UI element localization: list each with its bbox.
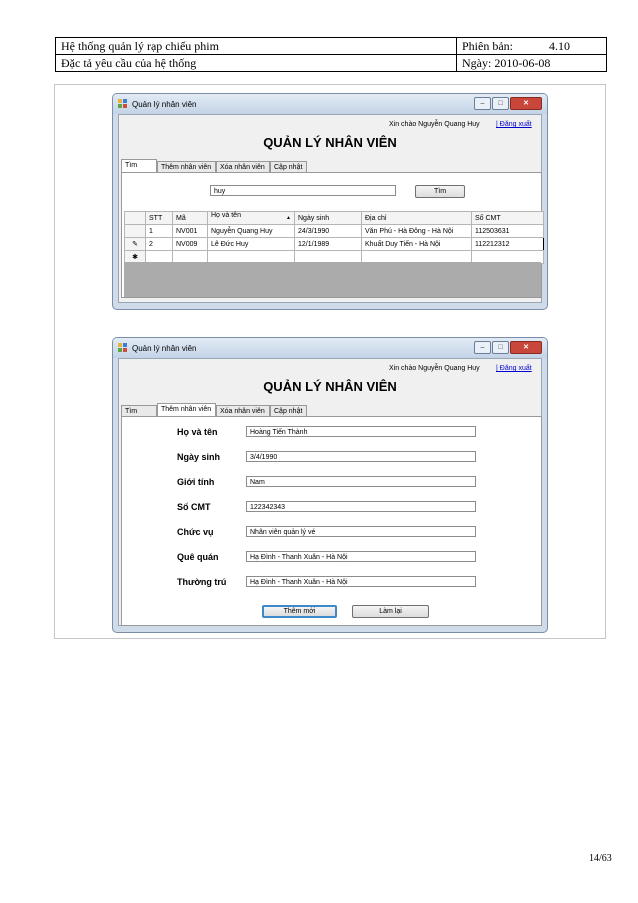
cell-code[interactable]: NV009: [172, 237, 208, 251]
figure-frame: Quản lý nhân viên – □ ✕ Xin chào Nguyễn Qu…: [54, 84, 606, 639]
logout-link[interactable]: | Đăng xuất: [496, 365, 532, 372]
window-controls: – □ ✕: [473, 341, 542, 354]
app-icon: [118, 99, 127, 108]
table-row[interactable]: 1 NV001 Nguyễn Quang Huy 24/3/1990 Văn P…: [124, 224, 544, 238]
add-employee-panel: Họ và tên Hoàng Tiến Thành Ngày sinh 3/4…: [121, 416, 542, 626]
version-cell: Phiên bản: 4.10: [456, 37, 607, 55]
cell-address[interactable]: Văn Phú - Hà Đông - Hà Nội: [361, 224, 472, 238]
page-heading: QUẢN LÝ NHÂN VIÊN: [263, 135, 397, 150]
minimize-button[interactable]: –: [474, 341, 491, 354]
label-id-number: Số CMT: [177, 502, 211, 512]
minimize-button[interactable]: –: [474, 97, 491, 110]
grid-empty-area: [124, 262, 541, 297]
column-header-code[interactable]: Mã: [172, 211, 208, 225]
position-field[interactable]: Nhân viên quản lý vé: [246, 526, 476, 537]
window-title: Quản lý nhân viên: [132, 100, 197, 109]
date-cell: Ngày: 2010-06-08: [456, 54, 607, 72]
dob-field[interactable]: 3/4/1990: [246, 451, 476, 462]
sort-arrow-icon: ▲: [286, 215, 291, 221]
cell-stt[interactable]: 1: [145, 224, 173, 238]
greeting-text: Xin chào Nguyễn Quang Huy: [389, 365, 480, 372]
client-area: Xin chào Nguyễn Quang Huy | Đăng xuất QU…: [118, 358, 542, 626]
date-value: 2010-06-08: [494, 56, 551, 70]
label-full-name: Họ và tên: [177, 427, 218, 437]
id-number-field[interactable]: 122342343: [246, 501, 476, 512]
add-employee-window: Quản lý nhân viên – □ ✕ Xin chào Nguyễn Qu…: [112, 337, 548, 633]
label-hometown: Quê quán: [177, 552, 219, 562]
column-header-name-label: Họ và tên: [211, 212, 241, 219]
search-panel: huy Tìm STT Mã Họ và tên ▲ Ngày sinh Địa …: [121, 172, 544, 298]
maximize-button[interactable]: □: [492, 97, 509, 110]
logout-link[interactable]: | Đăng xuất: [496, 121, 532, 128]
cell-dob[interactable]: 12/1/1989: [294, 237, 362, 251]
window-title: Quản lý nhân viên: [132, 344, 197, 353]
title-bar: Quản lý nhân viên – □ ✕: [113, 338, 547, 358]
gender-field[interactable]: Nam: [246, 476, 476, 487]
grid-header-row: STT Mã Họ và tên ▲ Ngày sinh Địa chỉ Số C…: [124, 211, 544, 225]
reset-button[interactable]: Làm lại: [352, 605, 429, 618]
row-header-corner: [124, 211, 146, 225]
cell-stt[interactable]: 2: [145, 237, 173, 251]
column-header-stt[interactable]: STT: [145, 211, 173, 225]
greeting-text: Xin chào Nguyễn Quang Huy: [389, 121, 480, 128]
tab-add-employee[interactable]: Thêm nhân viên: [157, 403, 216, 417]
client-area: Xin chào Nguyễn Quang Huy | Đăng xuất QU…: [118, 114, 544, 303]
cell-id-number[interactable]: 112212312: [471, 237, 544, 251]
search-button[interactable]: Tìm: [415, 185, 465, 198]
system-name: Hệ thống quản lý rạp chiếu phim: [55, 37, 457, 55]
app-icon: [118, 343, 127, 352]
maximize-button[interactable]: □: [492, 341, 509, 354]
column-header-address[interactable]: Địa chỉ: [361, 211, 472, 225]
hometown-field[interactable]: Hạ Đình - Thanh Xuân - Hà Nội: [246, 551, 476, 562]
results-grid: STT Mã Họ và tên ▲ Ngày sinh Địa chỉ Số C…: [124, 211, 544, 264]
cell-name[interactable]: Lê Đức Huy: [207, 237, 295, 251]
residence-field[interactable]: Hạ Đình - Thanh Xuân - Hà Nội: [246, 576, 476, 587]
version-label: Phiên bản:: [462, 39, 513, 53]
doc-title: Đặc tả yêu cầu của hệ thống: [55, 54, 457, 72]
search-input[interactable]: huy: [210, 185, 396, 196]
cell-name[interactable]: Nguyễn Quang Huy: [207, 224, 295, 238]
column-header-id-number[interactable]: Số CMT: [471, 211, 544, 225]
full-name-field[interactable]: Hoàng Tiến Thành: [246, 426, 476, 437]
edit-row-marker: ✎: [124, 237, 146, 251]
label-position: Chức vụ: [177, 527, 214, 537]
close-button[interactable]: ✕: [510, 341, 542, 354]
add-new-button[interactable]: Thêm mới: [262, 605, 337, 618]
cell-code[interactable]: NV001: [172, 224, 208, 238]
tab-search[interactable]: Tìm kiếm: [121, 159, 157, 181]
label-residence: Thường trú: [177, 577, 227, 587]
table-row[interactable]: ✎ 2 NV009 Lê Đức Huy 12/1/1989 Khuất Duy…: [124, 237, 544, 251]
column-header-dob[interactable]: Ngày sinh: [294, 211, 362, 225]
window-controls: – □ ✕: [473, 97, 542, 110]
label-dob: Ngày sinh: [177, 452, 221, 462]
label-gender: Giới tính: [177, 477, 215, 487]
search-window: Quản lý nhân viên – □ ✕ Xin chào Nguyễn Qu…: [112, 93, 548, 310]
row-marker: [124, 224, 146, 238]
close-button[interactable]: ✕: [510, 97, 542, 110]
cell-address[interactable]: Khuất Duy Tiến - Hà Nội: [361, 237, 472, 251]
page-number: 14/63: [589, 853, 612, 864]
document-header: Hệ thống quản lý rạp chiếu phim Phiên bả…: [55, 37, 607, 72]
cell-dob[interactable]: 24/3/1990: [294, 224, 362, 238]
cell-id-number[interactable]: 112503631: [471, 224, 544, 238]
title-bar: Quản lý nhân viên – □ ✕: [113, 94, 547, 114]
column-header-name[interactable]: Họ và tên ▲: [207, 211, 295, 225]
version-value: 4.10: [549, 39, 570, 53]
page-heading: QUẢN LÝ NHÂN VIÊN: [263, 379, 397, 394]
date-label: Ngày:: [462, 56, 492, 70]
